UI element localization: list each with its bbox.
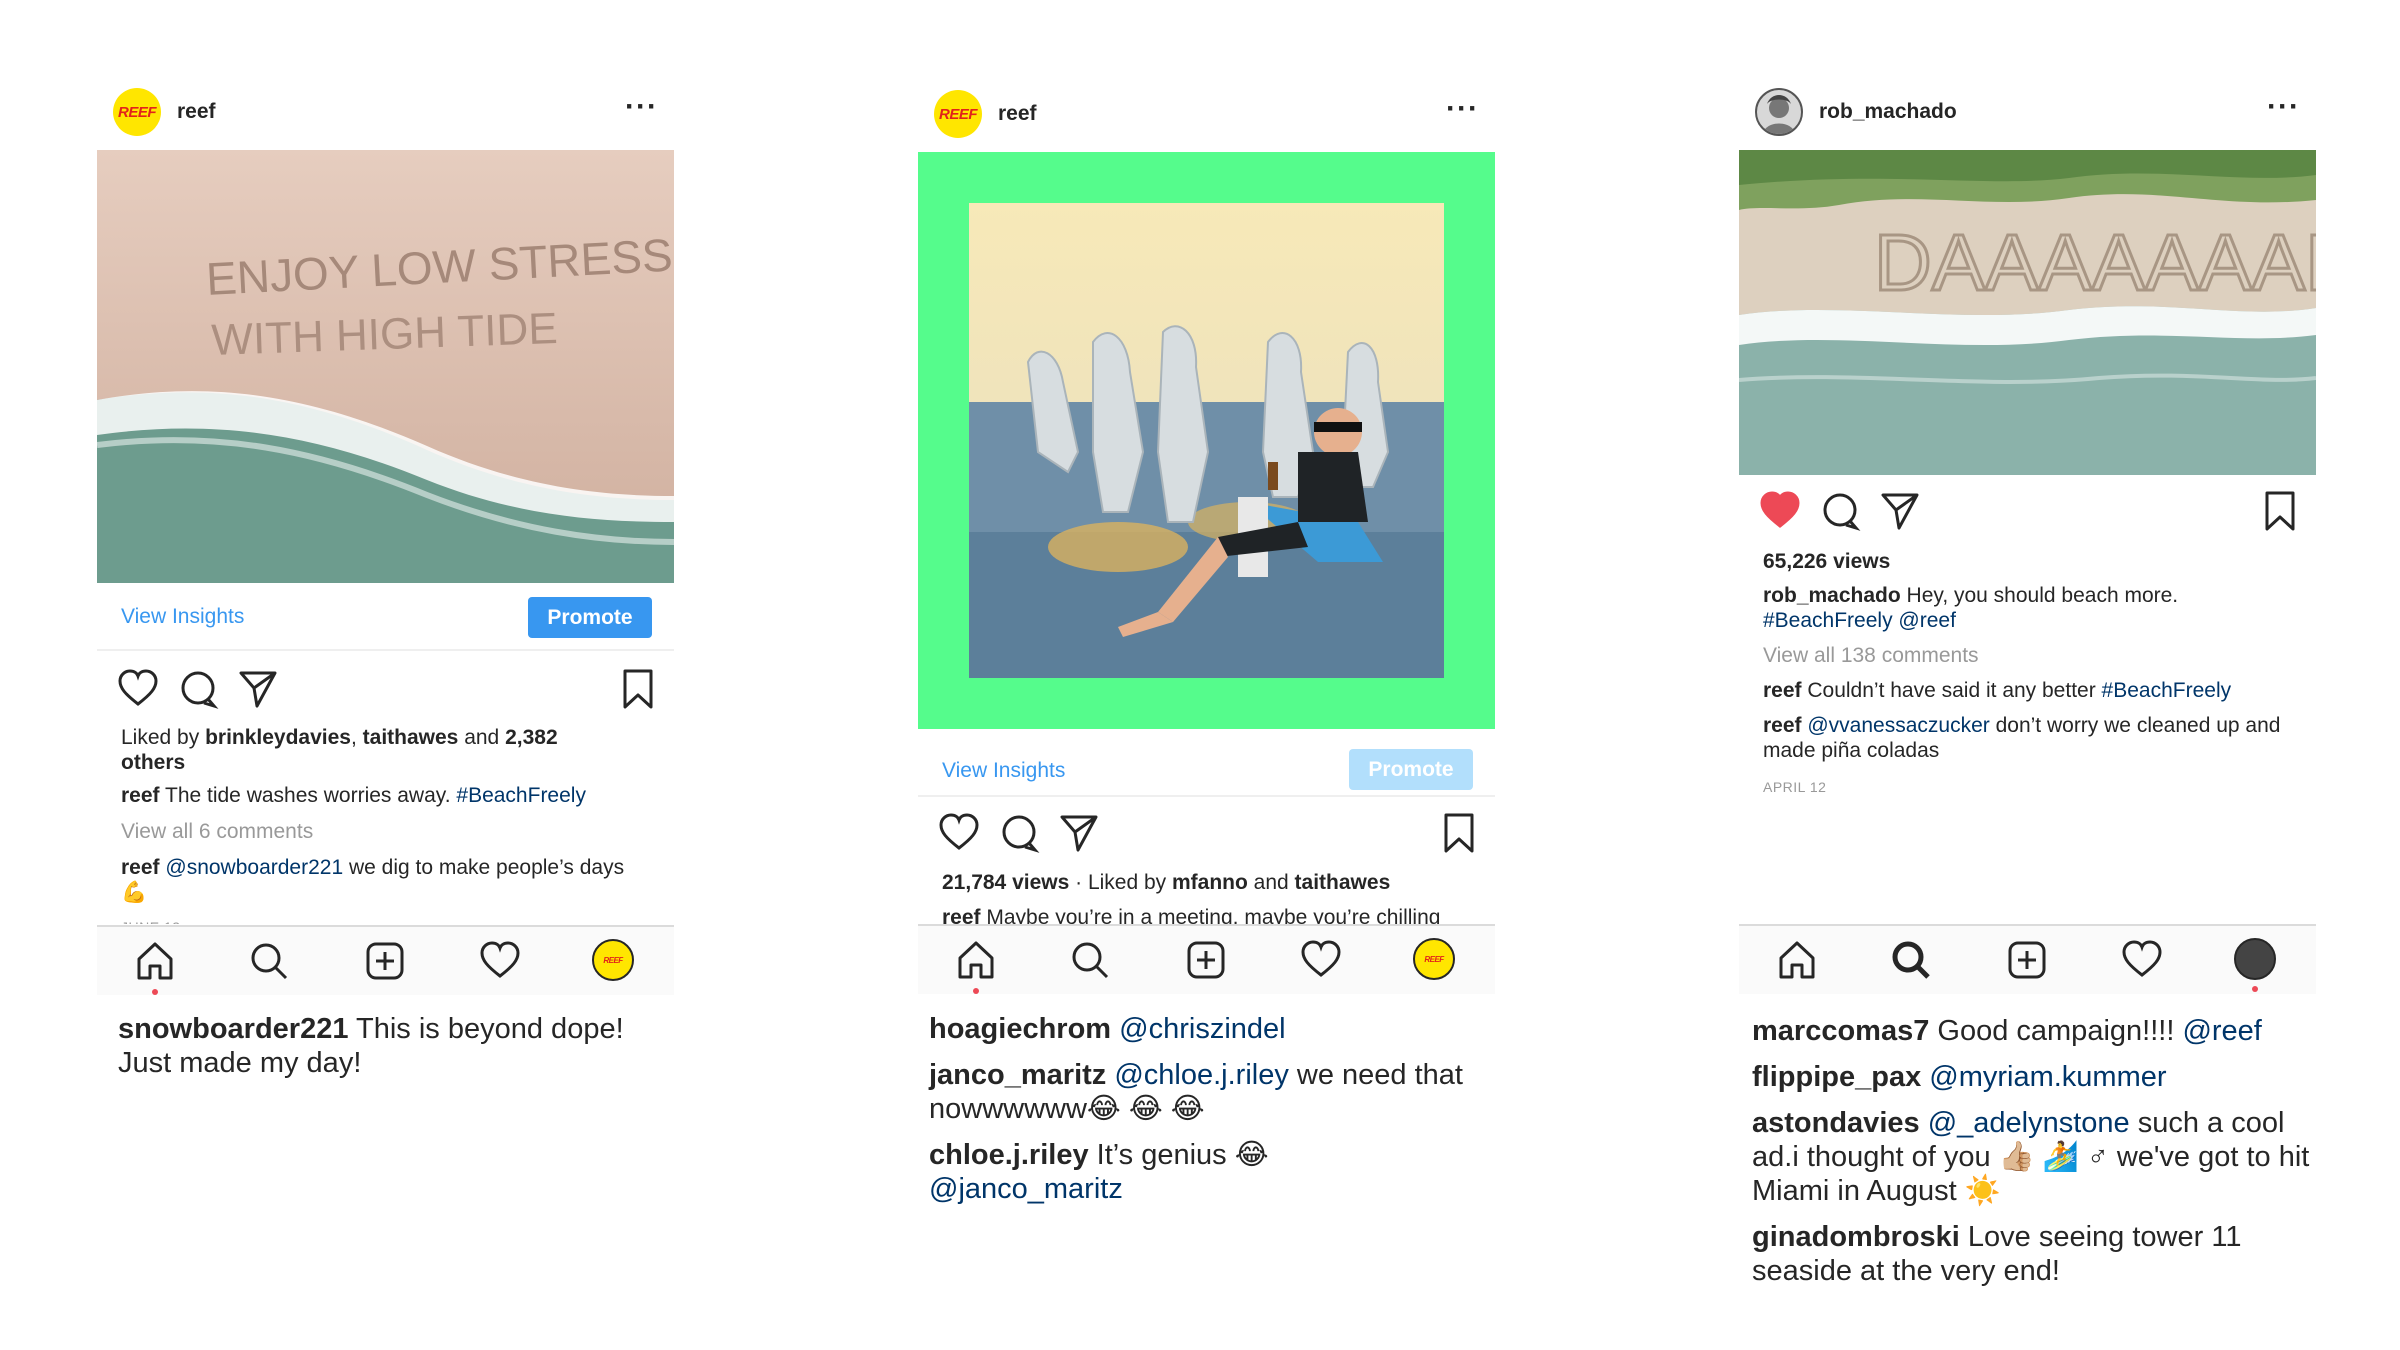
horses-scene: [967, 201, 1446, 680]
activity-icon[interactable]: [2120, 938, 2164, 982]
profile-avatar[interactable]: REEF: [1413, 938, 1455, 980]
comment: ginadombroski Love seeing tower 11 seasi…: [1752, 1221, 2242, 1287]
avatar[interactable]: [1755, 88, 1803, 136]
bookmark-icon[interactable]: [1438, 812, 1480, 854]
comment: janco_maritz @chloe.j.riley we need that…: [929, 1059, 1463, 1125]
heart-icon[interactable]: [938, 812, 980, 854]
action-bar: [918, 812, 1495, 862]
tab-bar: REEF: [918, 924, 1495, 994]
caption: reef The tide washes worries away. #Beac…: [121, 784, 586, 807]
bookmark-icon[interactable]: [2259, 490, 2301, 532]
username[interactable]: rob_machado: [1819, 100, 1957, 124]
comment-icon[interactable]: [177, 668, 219, 710]
activity-icon[interactable]: [478, 939, 522, 983]
avatar[interactable]: REEF: [934, 90, 982, 138]
svg-text:DAAAAAAAMN: DAAAAAAAMN: [1874, 218, 2316, 307]
post-header: REEF reef ···: [918, 82, 1495, 142]
liked-user[interactable]: brinkleydavies: [205, 726, 351, 749]
promote-button[interactable]: Promote: [1349, 749, 1473, 790]
comment-icon[interactable]: [1819, 490, 1861, 532]
share-icon[interactable]: [1879, 490, 1921, 532]
bookmark-icon[interactable]: [617, 668, 659, 710]
share-icon[interactable]: [1058, 812, 1100, 854]
promote-button[interactable]: Promote: [528, 597, 652, 638]
post-date: APRIL 12: [1763, 779, 1827, 795]
home-icon[interactable]: [954, 938, 998, 994]
caption: rob_machado Hey, you should beach more. #…: [1763, 584, 2179, 632]
liked-user[interactable]: taithawes: [363, 726, 459, 749]
comment: snowboarder221 This is beyond dope! Just…: [118, 1013, 624, 1079]
activity-icon[interactable]: [1299, 938, 1343, 982]
username[interactable]: reef: [177, 100, 216, 124]
username[interactable]: reef: [998, 102, 1037, 126]
insights-row: View Insights Promote: [918, 729, 1495, 797]
comment: flippipe_pax @myriam.kummer: [1752, 1061, 2167, 1093]
search-icon[interactable]: [1889, 938, 1933, 982]
hashtag[interactable]: #BeachFreely: [456, 784, 586, 807]
beach-photo: ENJOY LOW STRESS WITH HIGH TIDE: [97, 150, 674, 583]
post-image: DAAAAAAAMN: [1739, 150, 2316, 475]
comment: chloe.j.riley It’s genius 😂 @janco_maritz: [929, 1139, 1269, 1205]
tab-bar: [1739, 924, 2316, 994]
profile-avatar[interactable]: REEF: [592, 939, 634, 981]
action-bar: [1739, 490, 2316, 540]
heart-icon[interactable]: [117, 668, 159, 710]
share-icon[interactable]: [237, 668, 279, 710]
views-count[interactable]: 65,226 views: [1763, 549, 2296, 574]
views-line: 21,784 views · Liked by mfanno and taith…: [942, 871, 1391, 894]
comment: astondavies @_adelynstone such a cool ad…: [1752, 1107, 2310, 1207]
add-icon[interactable]: [363, 939, 407, 983]
home-icon[interactable]: [1775, 938, 1819, 982]
more-options-icon[interactable]: ···: [625, 90, 658, 124]
hashtag[interactable]: #BeachFreely: [1763, 609, 1893, 632]
post-date: JUNE 13: [121, 915, 654, 924]
add-icon[interactable]: [1184, 938, 1228, 982]
comment-icon[interactable]: [998, 812, 1040, 854]
avatar[interactable]: REEF: [113, 88, 161, 136]
likes-line: Liked by brinkleydavies, taithawes and 2…: [121, 726, 558, 774]
comment: marccomas7 Good campaign!!!! @reef: [1752, 1015, 2262, 1047]
view-comments-link[interactable]: View all 6 comments: [121, 819, 654, 844]
search-icon[interactable]: [1068, 938, 1112, 982]
liked-user[interactable]: mfanno: [1172, 871, 1248, 894]
tab-bar: REEF: [97, 925, 674, 995]
comments-column-1: snowboarder221 This is beyond dope! Just…: [118, 1012, 658, 1092]
more-options-icon[interactable]: ···: [2267, 90, 2300, 124]
add-icon[interactable]: [2005, 938, 2049, 982]
post-header: rob_machado ···: [1739, 80, 2316, 140]
profile-avatar[interactable]: [2234, 938, 2276, 992]
post-image: ENJOY LOW STRESS WITH HIGH TIDE: [97, 150, 674, 583]
reply: reef Couldn’t have said it any better #B…: [1763, 679, 2232, 702]
reply: reef @vvanessaczucker don’t worry we cle…: [1763, 714, 2281, 762]
heart-icon[interactable]: [1759, 490, 1801, 532]
beach-photo: DAAAAAAAMN: [1739, 150, 2316, 475]
post-video: [918, 152, 1495, 729]
liked-user[interactable]: taithawes: [1295, 871, 1391, 894]
view-insights-link[interactable]: View Insights: [121, 605, 244, 629]
action-bar: [97, 668, 674, 718]
comments-column-2: hoagiechrom @chriszindel janco_maritz @c…: [929, 1012, 1469, 1218]
post-header: REEF reef ···: [97, 80, 674, 140]
reply: reef @snowboarder221 we dig to make peop…: [121, 856, 625, 904]
search-icon[interactable]: [247, 939, 291, 983]
caption: reef Maybe you’re in a meeting, maybe yo…: [942, 906, 1441, 924]
home-icon[interactable]: [133, 939, 177, 995]
view-insights-link[interactable]: View Insights: [942, 759, 1065, 783]
more-options-icon[interactable]: ···: [1446, 92, 1479, 126]
comments-column-3: marccomas7 Good campaign!!!! @reef flipp…: [1752, 1014, 2312, 1300]
comment: hoagiechrom @chriszindel: [929, 1013, 1286, 1045]
view-comments-link[interactable]: View all 138 comments: [1763, 643, 2296, 668]
insights-row: View Insights Promote: [97, 583, 674, 651]
